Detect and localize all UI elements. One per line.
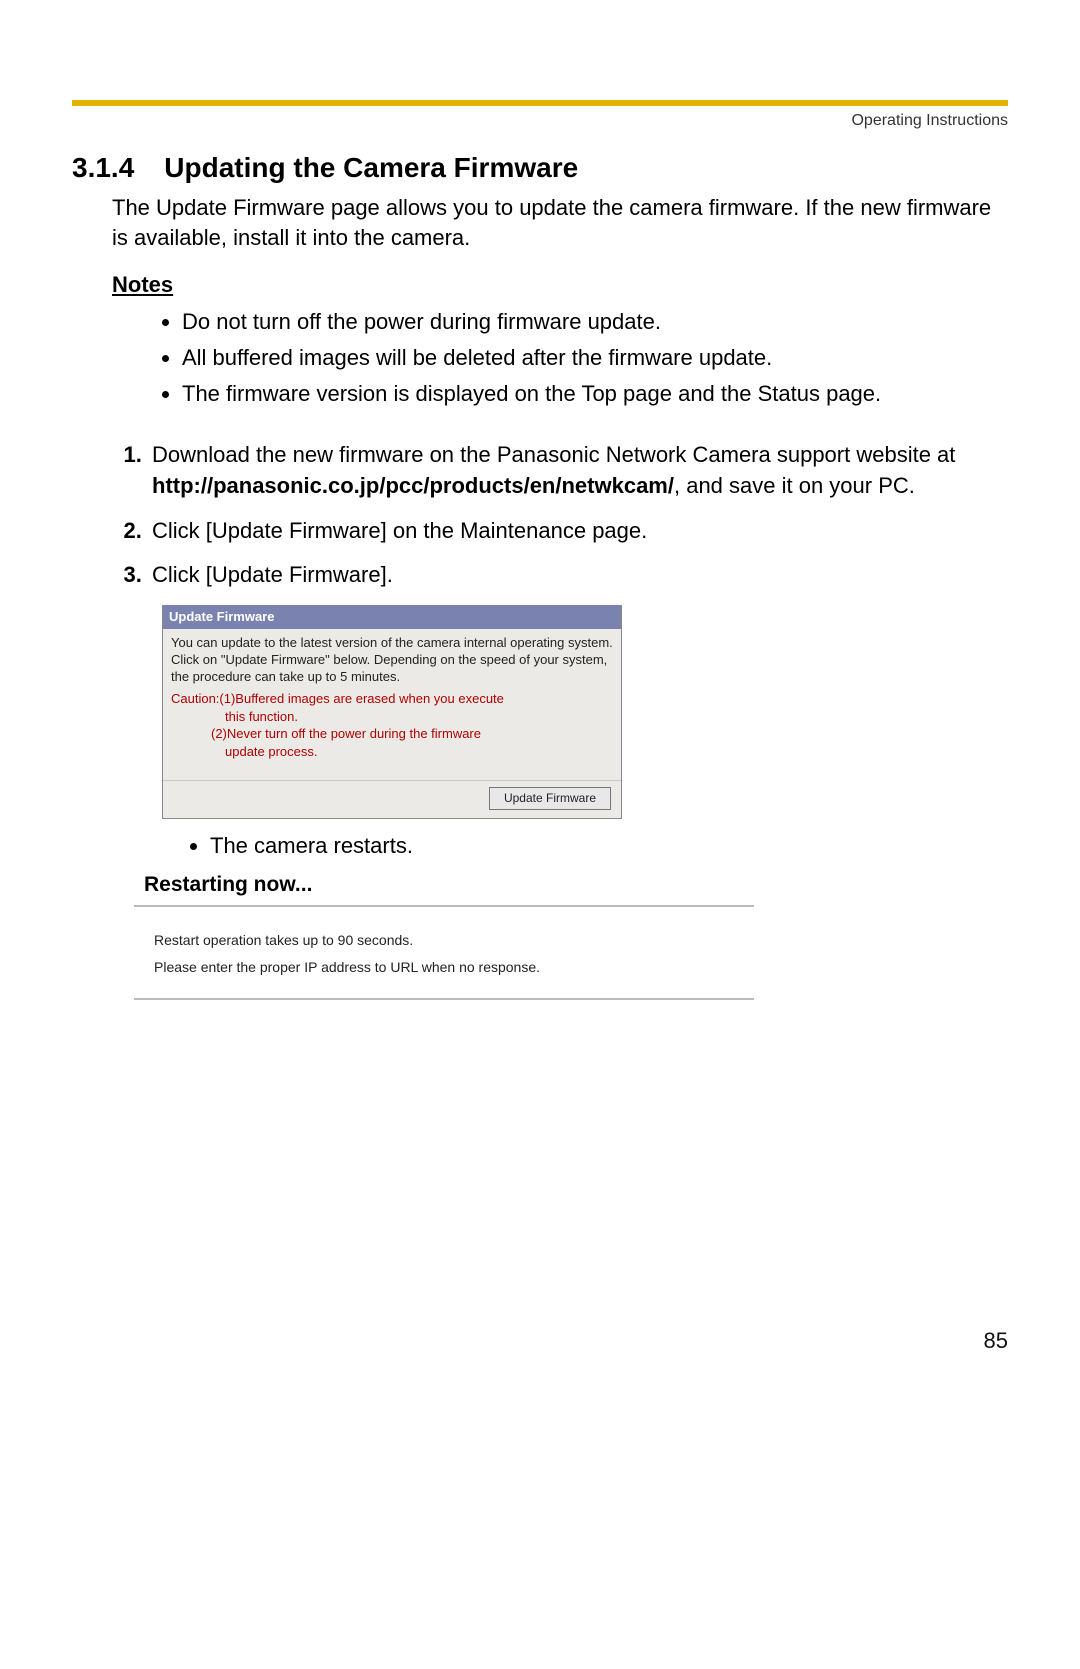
section-heading: 3.1.4 Updating the Camera Firmware: [72, 148, 1008, 185]
restarting-line2: Please enter the proper IP address to UR…: [154, 954, 754, 981]
steps-list: Download the new firmware on the Panason…: [112, 434, 1008, 1008]
dialog-body-text: You can update to the latest version of …: [163, 629, 621, 690]
dialog-button-row: Update Firmware: [163, 783, 621, 818]
restarting-line1: Restart operation takes up to 90 seconds…: [154, 927, 754, 954]
notes-item: Do not turn off the power during firmwar…: [182, 304, 1008, 340]
notes-heading: Notes: [112, 272, 1008, 298]
step-1-text-post: , and save it on your PC.: [674, 473, 915, 498]
substep-item: The camera restarts.: [210, 831, 1008, 862]
dialog-caution-l1: Caution:(1)Buffered images are erased wh…: [171, 691, 504, 706]
dialog-caution-l1b: this function.: [171, 708, 613, 726]
step-1-url: http://panasonic.co.jp/pcc/products/en/n…: [152, 473, 674, 498]
page-number: 85: [72, 1328, 1008, 1354]
notes-item: The firmware version is displayed on the…: [182, 376, 1008, 412]
section-number: 3.1.4: [72, 152, 134, 184]
step-1: Download the new firmware on the Panason…: [148, 434, 1008, 510]
step-3-text: Click [Update Firmware].: [152, 562, 393, 587]
section-intro: The Update Firmware page allows you to u…: [112, 193, 1008, 252]
dialog-caution-l2: (2)Never turn off the power during the f…: [171, 725, 613, 743]
dialog-caution: Caution:(1)Buffered images are erased wh…: [163, 690, 621, 780]
restarting-heading: Restarting now...: [134, 870, 754, 907]
page-header-label: Operating Instructions: [72, 112, 1008, 130]
update-firmware-dialog: Update Firmware You can update to the la…: [162, 605, 622, 819]
dialog-caution-l2b: update process.: [171, 743, 613, 761]
step-1-text-pre: Download the new firmware on the Panason…: [152, 442, 955, 467]
update-firmware-button[interactable]: Update Firmware: [489, 787, 611, 810]
substep-list: The camera restarts.: [180, 831, 1008, 862]
dialog-titlebar: Update Firmware: [163, 605, 621, 629]
step-2: Click [Update Firmware] on the Maintenan…: [148, 510, 1008, 555]
step-3: Click [Update Firmware]. Update Firmware…: [148, 554, 1008, 1008]
restarting-panel: Restarting now... Restart operation take…: [134, 870, 754, 1001]
notes-item: All buffered images will be deleted afte…: [182, 340, 1008, 376]
restarting-body: Restart operation takes up to 90 seconds…: [134, 907, 754, 980]
top-accent-rule: [72, 100, 1008, 106]
section-title: Updating the Camera Firmware: [164, 152, 578, 183]
notes-list: Do not turn off the power during firmwar…: [142, 304, 1008, 412]
